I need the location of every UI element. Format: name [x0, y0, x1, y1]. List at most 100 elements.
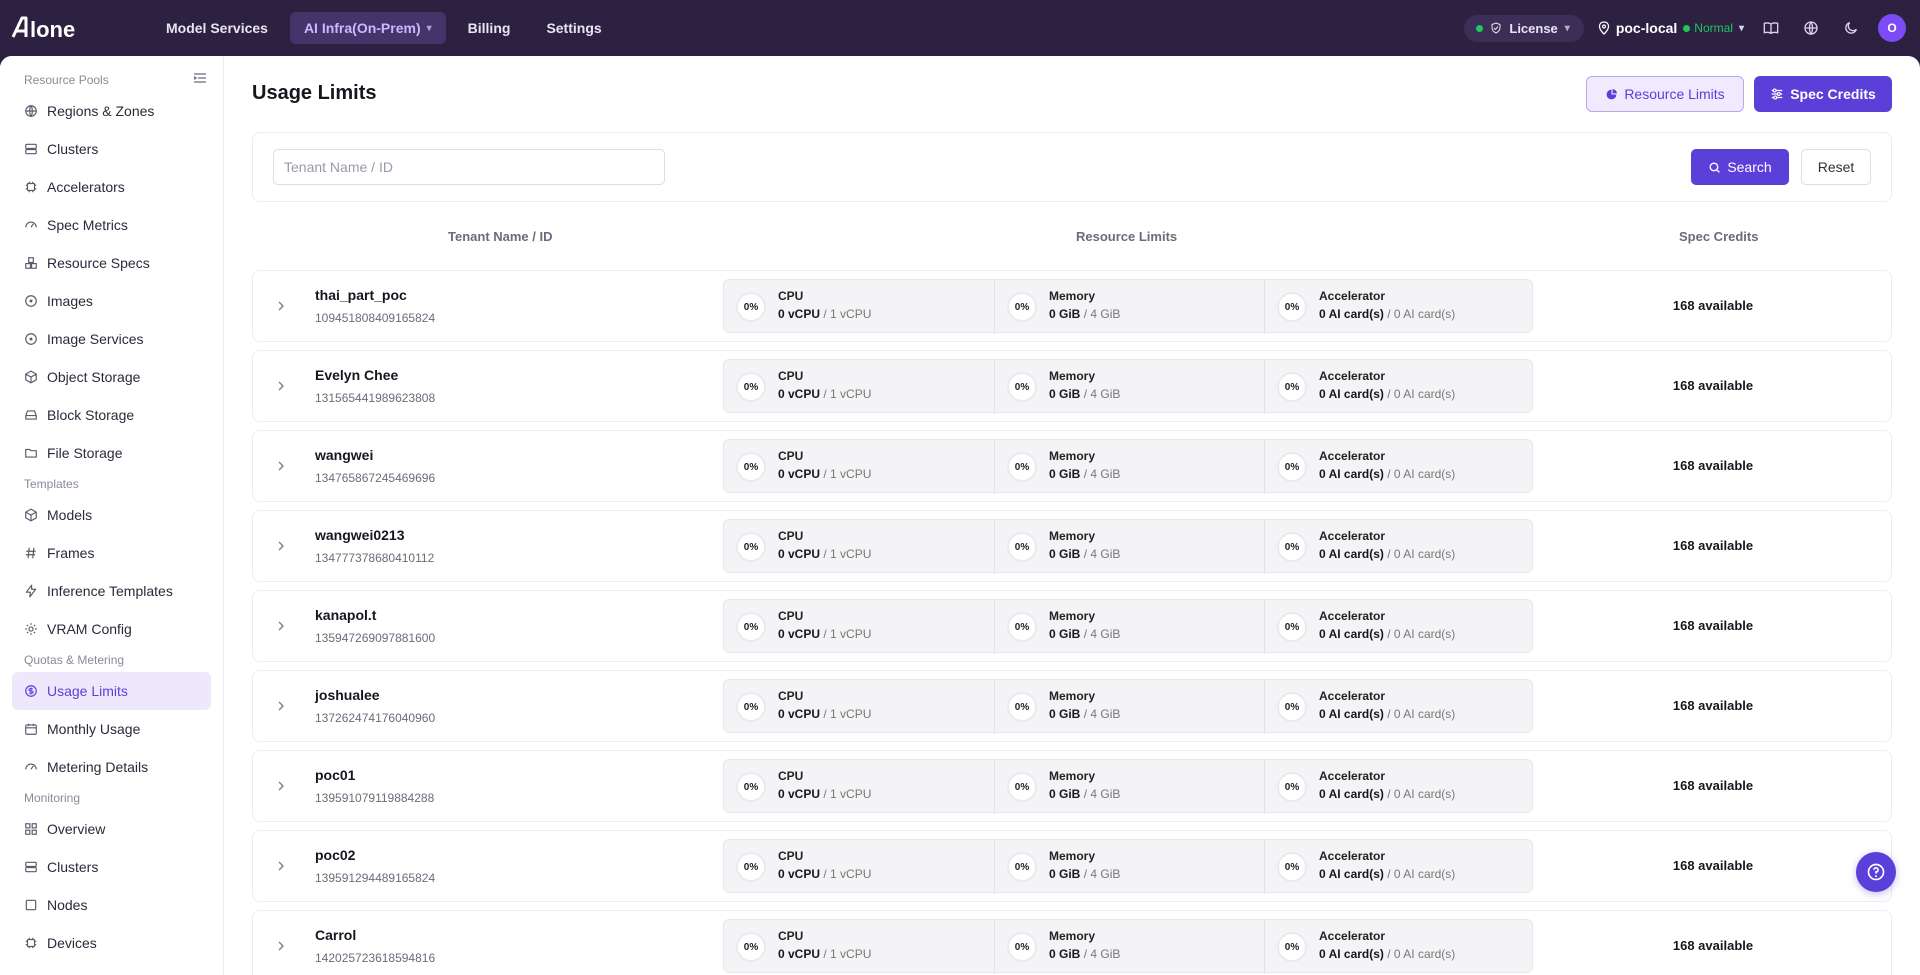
content-area: Usage Limits Resource Limits Spec Credit… [252, 56, 1892, 975]
table-row[interactable]: joshualee 137262474176040960 0% CPU 0 vC… [252, 670, 1892, 742]
metric-value: 0 GiB / 4 GiB [1049, 307, 1121, 321]
tenant-id: 137262474176040960 [315, 711, 436, 725]
table-row[interactable]: poc01 139591079119884288 0% CPU 0 vCPU /… [252, 750, 1892, 822]
sidebar-item-images[interactable]: Images [12, 282, 211, 320]
table-row[interactable]: thai_part_poc 109451808409165824 0% CPU … [252, 270, 1892, 342]
table-row[interactable]: wangwei 134765867245469696 0% CPU 0 vCPU… [252, 430, 1892, 502]
resource-limits-cell: 0% CPU 0 vCPU / 1 vCPU 0% Memory 0 GiB /… [723, 839, 1534, 894]
tenant-search-input[interactable] [273, 149, 665, 185]
sidebar-item-file-storage[interactable]: File Storage [12, 434, 211, 472]
sidebar-item-object-storage[interactable]: Object Storage [12, 358, 211, 396]
folder-icon [25, 448, 37, 458]
sidebar-item-image-services[interactable]: Image Services [12, 320, 211, 358]
memory-metric: 0% Memory 0 GiB / 4 GiB [994, 680, 1264, 734]
nav-billing[interactable]: Billing [454, 12, 525, 44]
brand-logo[interactable]: lone [10, 8, 120, 48]
tenant-name: poc02 [315, 847, 356, 863]
sidebar-item-overview[interactable]: Overview [12, 810, 211, 848]
sidebar-section-label: Quotas & Metering [24, 653, 125, 667]
sidebar-item-frames[interactable]: Frames [12, 534, 211, 572]
tenant-id: 131565441989623808 [315, 391, 436, 405]
spec-credits-button[interactable]: Spec Credits [1754, 76, 1892, 112]
sidebar-item-clusters[interactable]: Clusters [12, 130, 211, 168]
sidebar-item-devices[interactable]: Devices [12, 924, 211, 962]
license-dropdown[interactable]: License ▾ [1464, 14, 1584, 42]
disc-icon [25, 333, 37, 345]
status-dot [1476, 24, 1484, 32]
metric-label: CPU [778, 849, 804, 863]
search-button[interactable]: Search [1691, 149, 1789, 185]
spec-credits-value: 168 available [1672, 698, 1754, 713]
tenant-name: Evelyn Chee [315, 367, 399, 383]
metric-value: 0 vCPU / 1 vCPU [778, 547, 872, 561]
nav-ai-infra[interactable]: AI Infra(On-Prem) ▾ [289, 12, 446, 44]
expand-chevron-icon[interactable] [273, 618, 289, 634]
expand-chevron-icon[interactable] [273, 298, 289, 314]
resource-limits-cell: 0% CPU 0 vCPU / 1 vCPU 0% Memory 0 GiB /… [723, 359, 1533, 414]
usage-percent-ring: 0% [1007, 932, 1037, 962]
sidebar-item-models[interactable]: Models [12, 496, 211, 534]
sidebar-item-usage-limits[interactable]: Usage Limits [12, 672, 211, 710]
header-resource-limits: Resource Limits [1076, 229, 1178, 244]
gauge-icon [25, 221, 37, 228]
docs-icon[interactable] [1758, 15, 1784, 41]
metric-label: Memory [1049, 449, 1096, 463]
usage-percent-ring: 0% [1277, 612, 1307, 642]
expand-chevron-icon[interactable] [273, 938, 289, 954]
nav-model-services[interactable]: Model Services [152, 12, 282, 44]
usage-percent-ring: 0% [736, 452, 766, 482]
metric-label: Accelerator [1319, 369, 1386, 383]
sidebar-item-metering-details[interactable]: Metering Details [12, 748, 211, 786]
table-row[interactable]: Evelyn Chee 131565441989623808 0% CPU 0 … [252, 350, 1892, 422]
cpu-metric: 0% CPU 0 vCPU / 1 vCPU [724, 520, 994, 574]
sidebar-item-vram-config[interactable]: VRAM Config [12, 610, 211, 648]
table-row[interactable]: kanapol.t 135947269097881600 0% CPU 0 vC… [252, 590, 1892, 662]
metric-value: 0 GiB / 4 GiB [1049, 707, 1121, 721]
language-globe-icon[interactable] [1798, 15, 1824, 41]
accelerator-metric: 0% Accelerator 0 AI card(s) / 0 AI card(… [1264, 840, 1534, 894]
sidebar-item-label: Metering Details [47, 759, 149, 775]
metric-value: 0 AI card(s) / 0 AI card(s) [1319, 627, 1456, 641]
sidebar-item-monthly-usage[interactable]: Monthly Usage [12, 710, 211, 748]
tenant-id: 139591294489165824 [315, 871, 436, 885]
sidebar: Resource Pools Regions & Zones Clusters Acc… [0, 56, 224, 975]
sidebar-item-spec-metrics[interactable]: Spec Metrics [12, 206, 211, 244]
boxes-icon [25, 257, 37, 269]
expand-chevron-icon[interactable] [273, 858, 289, 874]
help-button[interactable] [1856, 852, 1896, 892]
sidebar-collapse-icon[interactable] [192, 70, 210, 88]
metric-value: 0 vCPU / 1 vCPU [778, 627, 872, 641]
gauge-icon [25, 763, 37, 770]
table-row[interactable]: wangwei0213 134777378680410112 0% CPU 0 … [252, 510, 1892, 582]
sidebar-item-regions-zones[interactable]: Regions & Zones [12, 92, 211, 130]
metric-label: CPU [778, 609, 804, 623]
resource-limits-button[interactable]: Resource Limits [1586, 76, 1744, 112]
tenant-name: wangwei0213 [315, 527, 405, 543]
user-avatar[interactable]: O [1878, 14, 1906, 42]
metric-value: 0 AI card(s) / 0 AI card(s) [1319, 307, 1456, 321]
table-row[interactable]: poc02 139591294489165824 0% CPU 0 vCPU /… [252, 830, 1892, 902]
expand-chevron-icon[interactable] [273, 538, 289, 554]
sidebar-item-clusters[interactable]: Clusters [12, 848, 211, 886]
sidebar-item-label: Monthly Usage [47, 721, 141, 737]
tenant-id: 135947269097881600 [315, 631, 436, 645]
nav-settings[interactable]: Settings [532, 12, 615, 44]
region-selector[interactable]: poc-local Normal ▾ [1598, 20, 1744, 36]
expand-chevron-icon[interactable] [273, 378, 289, 394]
expand-chevron-icon[interactable] [273, 778, 289, 794]
reset-button[interactable]: Reset [1801, 149, 1871, 185]
sidebar-item-block-storage[interactable]: Block Storage [12, 396, 211, 434]
sidebar-item-inference-templates[interactable]: Inference Templates [12, 572, 211, 610]
sidebar-item-label: Clusters [47, 859, 99, 875]
expand-chevron-icon[interactable] [273, 698, 289, 714]
dark-mode-moon-icon[interactable] [1838, 15, 1864, 41]
spec-credits-value: 168 available [1672, 858, 1754, 873]
expand-chevron-icon[interactable] [273, 458, 289, 474]
spec-credits-value: 168 available [1672, 618, 1754, 633]
sidebar-item-resource-specs[interactable]: Resource Specs [12, 244, 211, 282]
sidebar-item-nodes[interactable]: Nodes [12, 886, 211, 924]
table-row[interactable]: Carrol 142025723618594816 0% CPU 0 vCPU … [252, 910, 1892, 975]
sidebar-item-label: VRAM Config [47, 621, 132, 637]
sidebar-item-accelerators[interactable]: Accelerators [12, 168, 211, 206]
cpu-metric: 0% CPU 0 vCPU / 1 vCPU [724, 680, 994, 734]
